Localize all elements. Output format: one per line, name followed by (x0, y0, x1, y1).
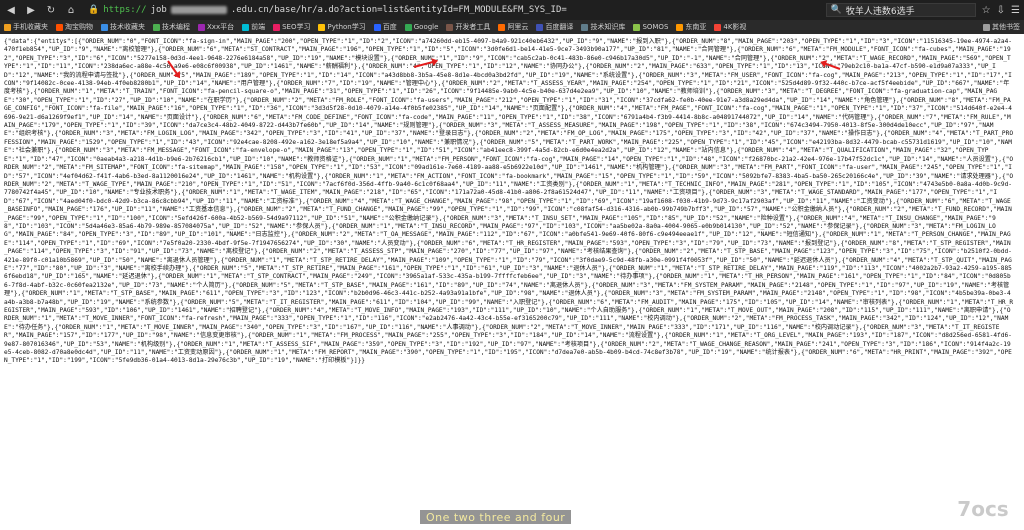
page-content: {"data":{"entitys":[{"ORDER_NUM":"0","FO… (0, 34, 1024, 530)
video-caption: One two three and four (420, 510, 572, 524)
bookmark-item[interactable]: 4K影视 (714, 22, 746, 32)
bookmark-favicon-icon (581, 23, 589, 31)
bookmarks-bar: 手机收藏夹 淘宝购物 技术收藏夹 技术编程 Xxx平台 前端 SEO学习 Python学习 百度… (0, 20, 1024, 34)
bookmark-favicon-icon (242, 23, 250, 31)
bookmark-item[interactable]: Xxx平台 (198, 22, 234, 32)
bookmark-favicon-icon (101, 23, 108, 31)
bookmark-item[interactable]: 技术收藏夹 (101, 22, 145, 32)
search-text: 牧羊人违数6选手 (845, 6, 915, 17)
bookmark-label: 4K影视 (723, 23, 747, 31)
bookmark-label: 百度翻译 (545, 23, 574, 31)
back-arrow-icon[interactable]: ◀ (4, 3, 18, 17)
bookmark-label: 其他书签 (992, 23, 1020, 31)
bookmark-favicon-icon (714, 23, 722, 31)
bookmark-favicon-icon (536, 23, 544, 31)
star-icon[interactable]: ☆ (982, 5, 991, 16)
bookmark-label: 阿里云 (507, 23, 529, 31)
forward-arrow-icon[interactable]: ▶ (24, 3, 38, 17)
bookmark-favicon-icon (373, 23, 381, 31)
bookmark-label: 手机收藏夹 (13, 23, 48, 31)
url-host-prefix: job (150, 5, 167, 15)
bookmark-favicon-icon (633, 23, 641, 31)
bookmark-label: Google (413, 23, 439, 31)
bookmark-label: 东南亚 (685, 23, 707, 31)
search-icon: 🔍 (830, 5, 842, 15)
browser-toolbar: ◀ ▶ ↻ ⌂ 🔒 https:// job .edu.cn/base/hr/a… (0, 0, 1024, 20)
bookmark-item[interactable]: 手机收藏夹 (4, 22, 48, 32)
menu-icon[interactable]: ☰ (1011, 5, 1020, 16)
toolbar-icons: ☆ ⇩ ☰ (982, 5, 1020, 16)
bookmark-favicon-icon (676, 23, 684, 31)
bookmark-label: SEO学习 (282, 23, 311, 31)
redacted-host (170, 6, 227, 14)
home-icon[interactable]: ⌂ (64, 3, 78, 17)
bookmark-label: SOMOS (642, 23, 669, 31)
url-host-suffix: .edu.cn/base/hr/a.do?action=list&entityI… (230, 5, 567, 15)
bookmark-item[interactable]: 阿里云 (498, 22, 528, 32)
lock-icon: 🔒 (88, 5, 100, 15)
bookmark-item[interactable]: 开发者工具 (446, 22, 490, 32)
bookmark-favicon-icon (446, 23, 454, 31)
bookmark-item[interactable]: 淘宝购物 (56, 22, 93, 32)
bookmark-favicon-icon (4, 23, 11, 31)
bookmark-label: Python学习 (327, 23, 366, 31)
bookmark-label: 技术知识库 (590, 23, 626, 31)
bookmark-favicon-icon (273, 23, 281, 31)
bookmark-item[interactable]: Google (404, 23, 439, 31)
json-response-text: {"data":{"entitys":[{"ORDER_NUM":"0","FO… (4, 38, 1014, 365)
download-icon[interactable]: ⇩ (997, 5, 1005, 16)
browser-search-box[interactable]: 🔍 牧羊人违数6选手 (825, 3, 976, 17)
bookmark-item[interactable]: 前端 (242, 22, 265, 32)
bookmark-favicon-icon (56, 23, 63, 31)
bookmark-favicon-icon (153, 23, 160, 31)
bookmark-favicon-icon (404, 23, 412, 31)
bookmark-label: Xxx平台 (207, 23, 235, 31)
bookmark-item[interactable]: 百度 (373, 22, 397, 32)
bookmark-item[interactable]: 技术编程 (153, 22, 190, 32)
bookmark-label: 百度 (382, 23, 397, 31)
bookmark-favicon-icon (983, 23, 990, 31)
bookmark-label: 淘宝购物 (65, 23, 93, 31)
bookmark-item[interactable]: SOMOS (633, 23, 668, 31)
bookmark-favicon-icon (198, 23, 205, 31)
bookmark-item[interactable]: 东南亚 (676, 22, 706, 32)
bookmark-label: 技术收藏夹 (110, 23, 145, 31)
address-bar[interactable]: 🔒 https:// job .edu.cn/base/hr/a.do?acti… (84, 3, 604, 17)
bookmark-item[interactable]: SEO学习 (273, 22, 310, 32)
bookmark-item[interactable]: 其他书签 (983, 22, 1020, 32)
url-scheme: https:// (103, 5, 147, 15)
bookmark-item[interactable]: 百度翻译 (536, 22, 573, 32)
bookmark-label: 前端 (251, 23, 266, 31)
reload-icon[interactable]: ↻ (44, 3, 58, 17)
bookmark-favicon-icon (318, 23, 326, 31)
bookmark-item[interactable]: Python学习 (318, 22, 366, 32)
bookmark-item[interactable]: 技术知识库 (581, 22, 625, 32)
bookmark-label: 开发者工具 (455, 23, 491, 31)
bookmark-favicon-icon (498, 23, 506, 31)
bookmark-label: 技术编程 (162, 23, 190, 31)
site-watermark-logo: 7ocs (957, 497, 1009, 521)
